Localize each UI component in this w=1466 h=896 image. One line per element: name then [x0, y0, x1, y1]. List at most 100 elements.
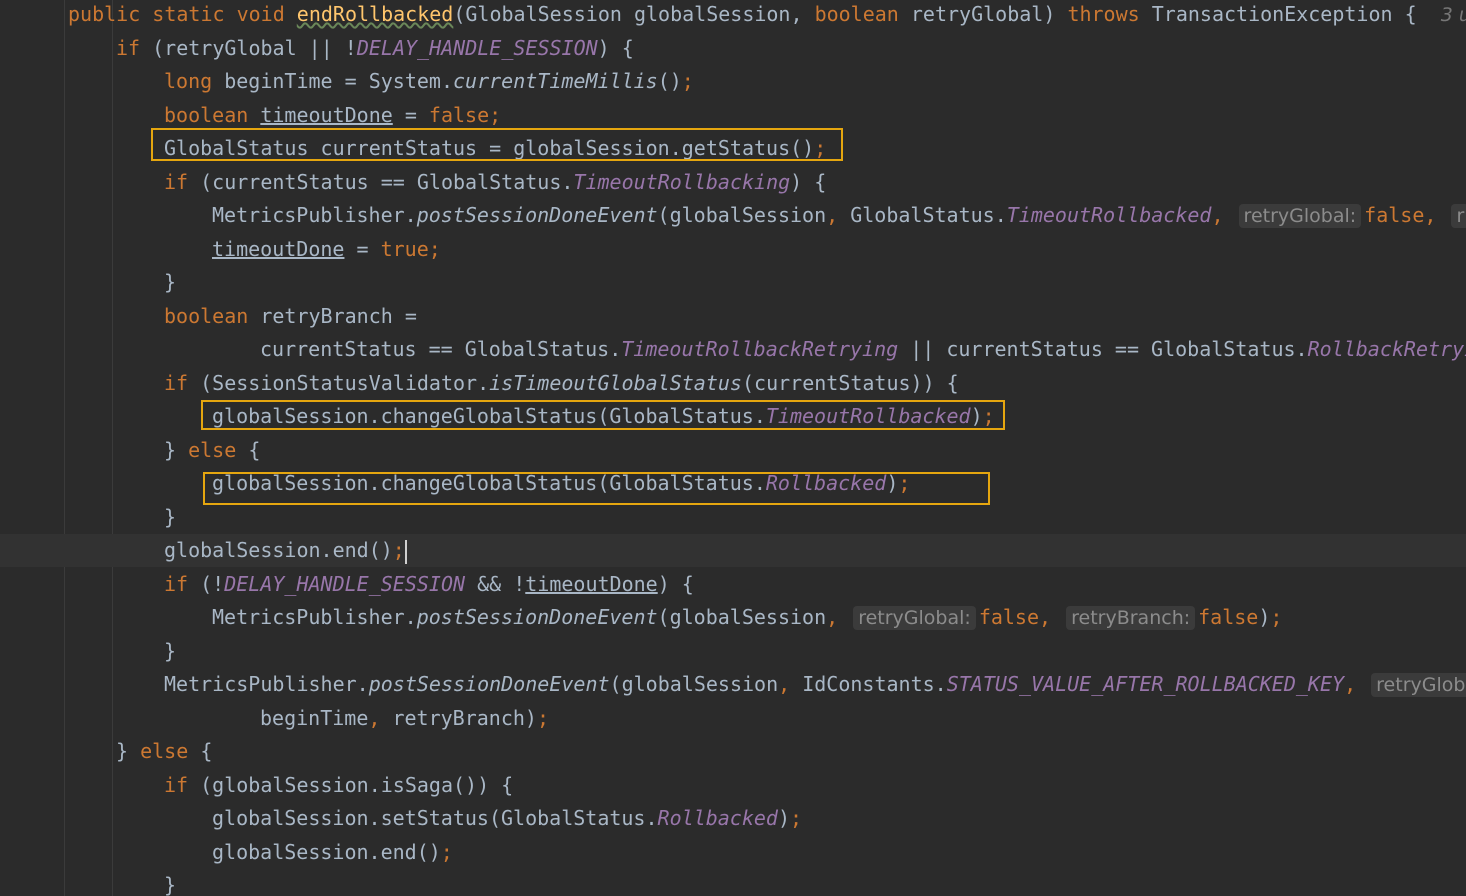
code-token: ;	[489, 102, 502, 127]
code-token: postSessionDoneEvent	[368, 672, 610, 696]
code-token: TimeoutRollbackRetrying	[621, 337, 899, 361]
code-token: timeoutDone	[525, 571, 658, 596]
inlay-hint: retryGlobal:	[1238, 204, 1362, 228]
code-token: TimeoutRollbacked	[765, 404, 971, 428]
code-line[interactable]: if (!DELAY_HANDLE_SESSION && !timeoutDon…	[0, 568, 1466, 601]
usages-hint: 3 us	[1440, 4, 1466, 26]
code-token: false	[1364, 203, 1425, 227]
code-token: || currentStatus == GlobalStatus.	[898, 337, 1308, 361]
code-line[interactable]: globalSession.changeGlobalStatus(GlobalS…	[0, 400, 1466, 433]
code-line[interactable]: MetricsPublisher.postSessionDoneEvent(gl…	[0, 601, 1466, 634]
code-line[interactable]: MetricsPublisher.postSessionDoneEvent(gl…	[0, 668, 1466, 701]
code-token: retryBranch =	[260, 303, 417, 328]
code-token: globalSession.setStatus(GlobalStatus.	[212, 806, 658, 830]
code-token: (currentStatus == GlobalStatus.	[200, 169, 574, 194]
code-line[interactable]: long beginTime = System.currentTimeMilli…	[0, 65, 1466, 98]
code-line[interactable]: beginTime, retryBranch);	[0, 702, 1466, 735]
code-line[interactable]: }	[0, 266, 1466, 299]
code-line[interactable]: }	[0, 635, 1466, 668]
code-token: RollbackRetryi	[1307, 337, 1466, 361]
code-editor[interactable]: public static void endRollbacked(GlobalS…	[0, 0, 1466, 896]
inlay-hint: r	[1451, 204, 1466, 228]
code-line[interactable]: if (currentStatus == GlobalStatus.Timeou…	[0, 166, 1466, 199]
code-token: globalSession.end()	[212, 839, 441, 864]
code-token: retryBranch)	[392, 705, 537, 730]
code-line[interactable]: globalSession.end();	[0, 534, 1466, 567]
code-token: (currentStatus)) {	[741, 370, 959, 395]
code-token: ;	[681, 69, 694, 93]
code-line[interactable]: }	[0, 869, 1466, 896]
code-line[interactable]: if (globalSession.isSaga()) {	[0, 769, 1466, 802]
code-token: retryGlobal)	[910, 2, 1068, 26]
text-cursor	[404, 539, 407, 564]
code-token: ,	[1344, 672, 1369, 696]
code-token: GlobalStatus.	[850, 203, 1007, 227]
code-token: (retryGlobal || !	[152, 35, 357, 60]
code-token: }	[164, 270, 177, 294]
code-token: DELAY_HANDLE_SESSION	[224, 571, 466, 596]
code-token: ;	[392, 538, 405, 562]
code-token: TimeoutRollbacking	[573, 169, 791, 194]
code-token: else	[140, 739, 201, 763]
code-line[interactable]: globalSession.setStatus(GlobalStatus.Rol…	[0, 802, 1466, 835]
code-token: endRollbacked	[296, 2, 454, 26]
code-token: (globalSession	[657, 203, 827, 227]
code-line[interactable]: } else {	[0, 735, 1466, 768]
code-token: (GlobalSession globalSession,	[453, 2, 815, 26]
code-token: Rollbacked	[765, 471, 887, 495]
code-token: boolean	[814, 2, 911, 26]
code-token: MetricsPublisher.	[164, 672, 369, 696]
code-token: STATUS_VALUE_AFTER_ROLLBACKED_KEY	[946, 672, 1345, 696]
code-token: throws	[1067, 2, 1152, 26]
code-line[interactable]: public static void endRollbacked(GlobalS…	[0, 0, 1466, 31]
code-token: ;	[1270, 605, 1283, 629]
code-token: beginTime	[260, 705, 369, 730]
code-token: false	[428, 102, 490, 127]
code-token: (globalSession	[609, 672, 779, 696]
code-token: =	[392, 102, 429, 127]
code-line[interactable]: timeoutDone = true;	[0, 233, 1466, 266]
code-line[interactable]: MetricsPublisher.postSessionDoneEvent(gl…	[0, 199, 1466, 232]
code-token: ,	[826, 203, 851, 227]
code-token: {	[200, 739, 213, 763]
code-token: false	[1198, 605, 1259, 629]
code-token: )	[886, 471, 899, 495]
code-token: ;	[428, 236, 441, 261]
code-token: ,	[778, 672, 803, 696]
code-token: if	[164, 772, 201, 797]
code-token: =	[344, 236, 381, 261]
code-token: else	[188, 437, 249, 462]
code-token: )	[777, 806, 790, 830]
code-line[interactable]: }	[0, 501, 1466, 534]
code-token: isTimeoutGlobalStatus	[489, 370, 742, 395]
code-token: Rollbacked	[657, 806, 778, 830]
code-line[interactable]: currentStatus == GlobalStatus.TimeoutRol…	[0, 333, 1466, 366]
code-token: }	[164, 638, 177, 663]
code-line[interactable]: boolean timeoutDone = false;	[0, 99, 1466, 132]
code-token: }	[164, 873, 177, 896]
code-token: ,	[1424, 203, 1449, 227]
code-token: {	[248, 437, 261, 462]
code-token: (!	[200, 571, 225, 596]
code-line[interactable]: } else {	[0, 434, 1466, 467]
code-token: ,	[1211, 203, 1236, 227]
code-token: ;	[898, 471, 911, 495]
code-line[interactable]: GlobalStatus currentStatus = globalSessi…	[0, 132, 1466, 165]
code-token: public static void	[68, 2, 297, 26]
code-token: (globalSession.isSaga()) {	[200, 772, 514, 797]
code-line[interactable]: if (SessionStatusValidator.isTimeoutGlob…	[0, 367, 1466, 400]
code-token: currentTimeMillis	[453, 69, 658, 93]
code-line[interactable]: globalSession.changeGlobalStatus(GlobalS…	[0, 467, 1466, 500]
code-line[interactable]: globalSession.end();	[0, 836, 1466, 869]
code-token: postSessionDoneEvent	[416, 203, 658, 227]
code-token: globalSession.changeGlobalStatus(GlobalS…	[212, 471, 766, 495]
inlay-hint: retryGlobal:	[853, 606, 976, 630]
code-token: GlobalStatus currentStatus = globalSessi…	[164, 136, 815, 160]
code-token: if	[164, 370, 201, 395]
code-token: if	[116, 35, 153, 60]
code-token: DELAY_HANDLE_SESSION	[356, 35, 598, 60]
code-line[interactable]: boolean retryBranch =	[0, 300, 1466, 333]
code-token: MetricsPublisher.	[212, 203, 417, 227]
code-line[interactable]: if (retryGlobal || !DELAY_HANDLE_SESSION…	[0, 32, 1466, 65]
code-token: if	[164, 571, 201, 596]
